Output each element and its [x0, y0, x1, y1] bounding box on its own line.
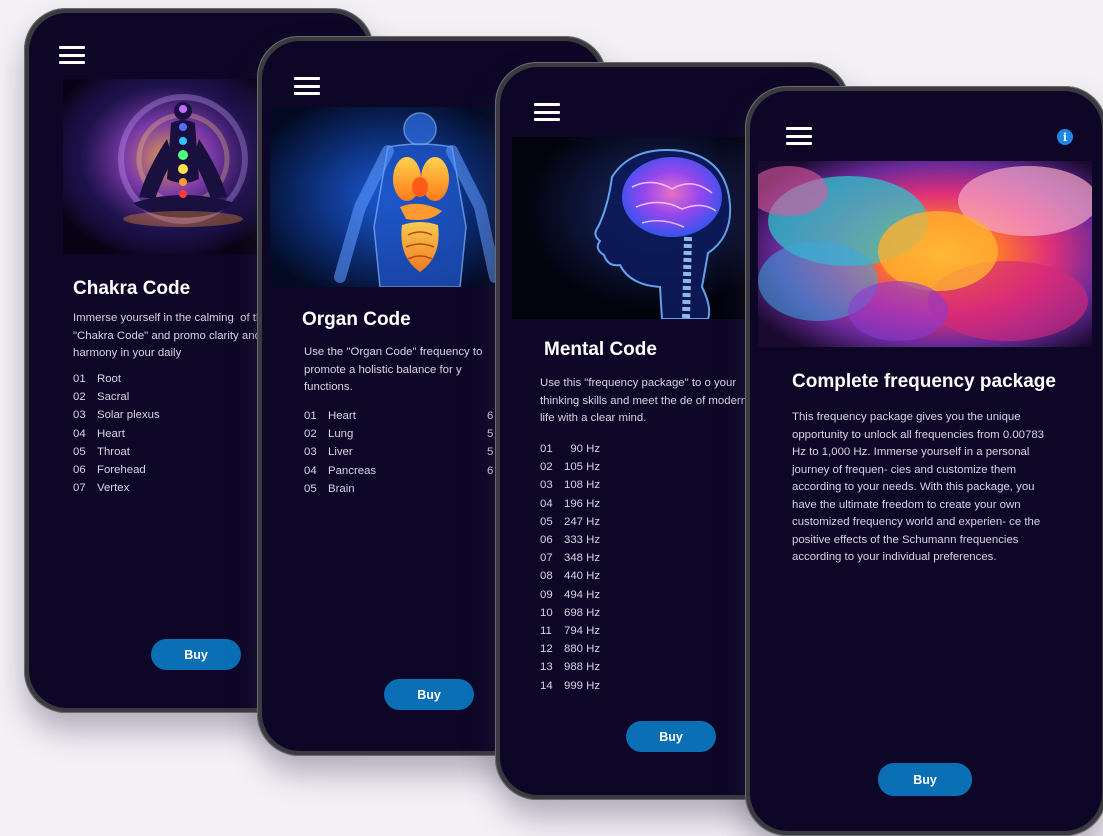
- frequency-list: 01 90 Hz 02 105 Hz 03 108 Hz 04 196 Hz 05 24…: [540, 440, 600, 695]
- list-item[interactable]: 05 Throat: [73, 443, 160, 461]
- description-text: This frequency package gives you the uni…: [792, 411, 1045, 563]
- list-item[interactable]: 02 Lung: [304, 425, 376, 443]
- page-title: Mental Code: [544, 339, 657, 360]
- list-item[interactable]: 12 880 Hz: [540, 640, 600, 658]
- list-item-partial: 6: [487, 410, 494, 422]
- list-item[interactable]: 03 Solar plexus: [73, 406, 160, 424]
- list-item[interactable]: 02 105 Hz: [540, 458, 600, 476]
- info-icon[interactable]: i: [1057, 129, 1073, 145]
- list-item[interactable]: 01 Heart: [304, 407, 376, 425]
- menu-icon[interactable]: [59, 46, 85, 64]
- frequency-list: 01 Root 02 Sacral 03 Solar plexus 04 Heart 0…: [73, 370, 160, 497]
- menu-icon[interactable]: [534, 103, 560, 121]
- phone-screen: i Complete frequency package This freque…: [750, 91, 1102, 831]
- list-item-partial: 5: [487, 428, 494, 441]
- list-item[interactable]: 02 Sacral: [73, 388, 160, 406]
- list-item[interactable]: 09 494 Hz: [540, 586, 600, 604]
- list-item[interactable]: 05 247 Hz: [540, 513, 600, 531]
- buy-button[interactable]: Buy: [151, 639, 241, 670]
- page-title: Chakra Code: [73, 278, 191, 299]
- menu-icon[interactable]: [786, 127, 812, 145]
- list-item[interactable]: 08 440 Hz: [540, 567, 600, 585]
- organ-list: 01 Heart 02 Lung 03 Liver 04 Pancreas 05 Brai…: [304, 407, 376, 498]
- organ-list-column-2: 6 5 5 6: [487, 407, 493, 480]
- buy-button[interactable]: Buy: [878, 763, 972, 796]
- list-item[interactable]: 01 Root: [73, 370, 160, 388]
- list-item[interactable]: 14 999 Hz: [540, 677, 600, 695]
- description-text: Use this "frequency package" to o your t…: [540, 377, 748, 424]
- buy-button[interactable]: Buy: [384, 679, 474, 710]
- list-item[interactable]: 05 Brain: [304, 480, 376, 498]
- buy-button[interactable]: Buy: [626, 721, 716, 752]
- brain-scan-image: [512, 137, 752, 319]
- organ-anatomy-image: [270, 107, 510, 287]
- color-explosion-image: [758, 161, 1092, 347]
- list-item[interactable]: 06 Forehead: [73, 461, 160, 479]
- list-item[interactable]: 11 794 Hz: [540, 622, 600, 640]
- list-item-partial: 5: [487, 446, 494, 459]
- list-item-partial: 6: [487, 464, 494, 477]
- list-item[interactable]: 07 Vertex: [73, 479, 160, 497]
- list-item[interactable]: 04 Pancreas: [304, 462, 376, 480]
- list-item[interactable]: 07 348 Hz: [540, 549, 600, 567]
- list-item[interactable]: 04 Heart: [73, 425, 160, 443]
- list-item[interactable]: 10 698 Hz: [540, 604, 600, 622]
- list-item[interactable]: 03 Liver: [304, 443, 376, 461]
- chakra-meditation-image: [63, 79, 273, 254]
- description-text: Immerse yourself in the calming of the "…: [73, 312, 269, 359]
- list-item[interactable]: 03 108 Hz: [540, 476, 600, 494]
- list-item[interactable]: 13 988 Hz: [540, 658, 600, 676]
- list-item[interactable]: 04 196 Hz: [540, 495, 600, 513]
- description-text: Use the "Organ Code" frequency to promot…: [304, 346, 483, 393]
- list-item[interactable]: 01 90 Hz: [540, 440, 600, 458]
- list-item[interactable]: 06 333 Hz: [540, 531, 600, 549]
- page-title: Complete frequency package: [792, 371, 1056, 392]
- page-title: Organ Code: [302, 309, 411, 330]
- menu-icon[interactable]: [294, 77, 320, 95]
- phone-complete-package: i Complete frequency package This freque…: [745, 86, 1103, 836]
